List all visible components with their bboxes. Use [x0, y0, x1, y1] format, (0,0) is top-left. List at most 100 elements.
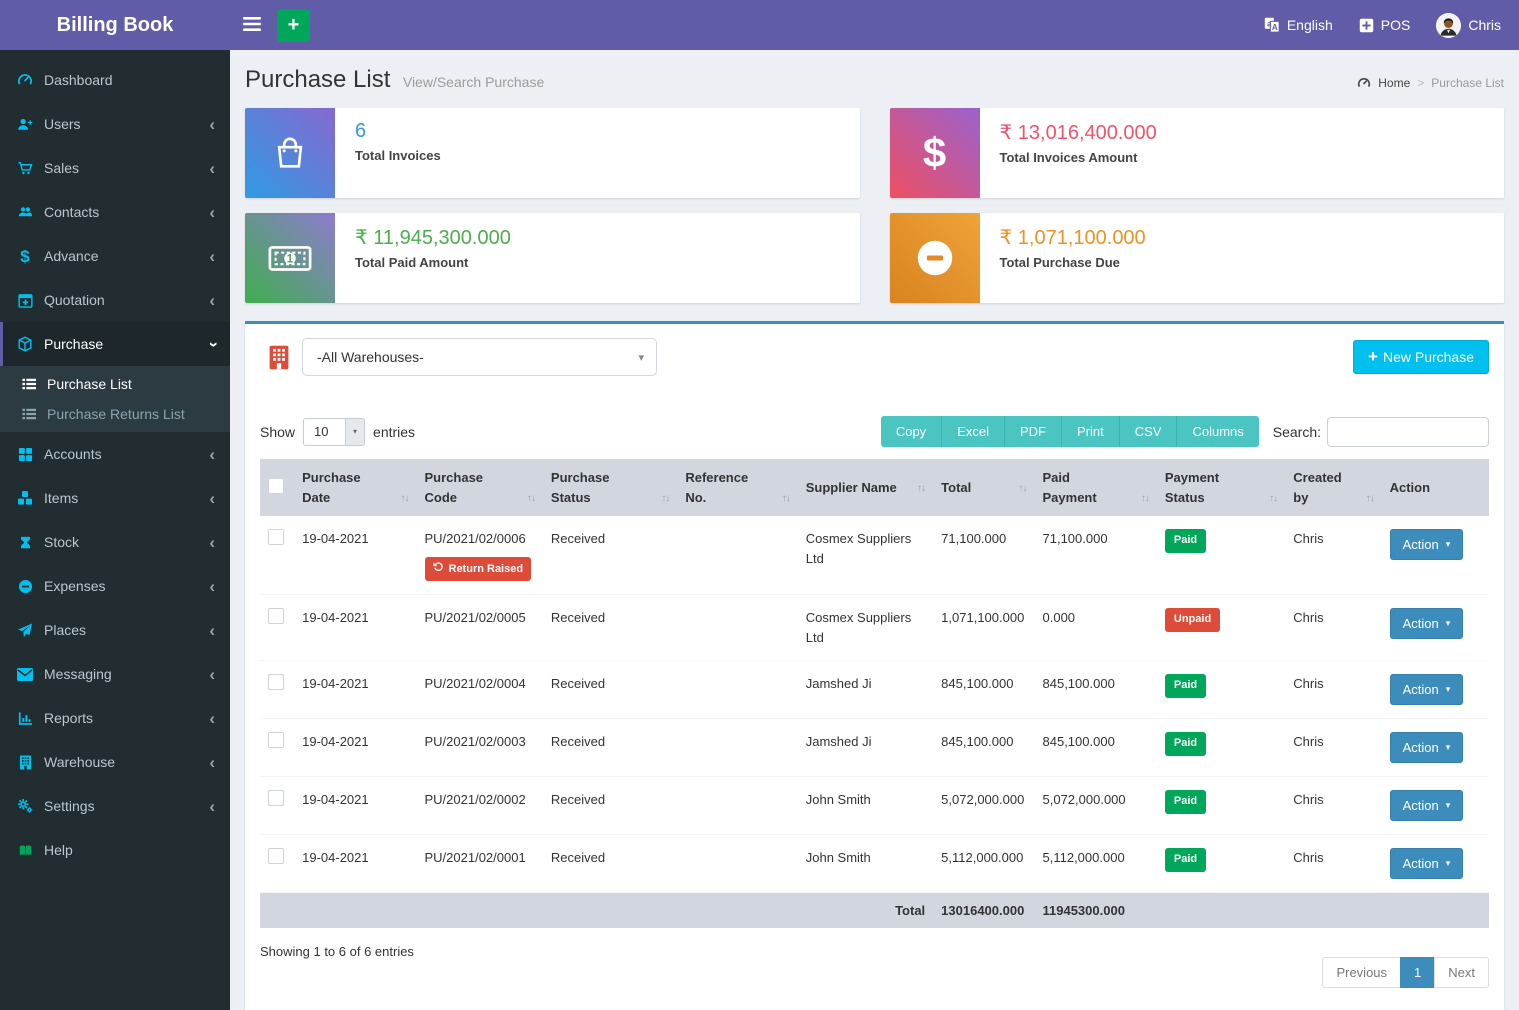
purchase-status-cell: Received	[543, 719, 677, 777]
sort-icon: ↑↓	[661, 493, 669, 507]
sidebar-item-quotation[interactable]: Quotation‹	[0, 278, 230, 322]
row-checkbox[interactable]	[268, 674, 284, 690]
breadcrumb-separator: >	[1417, 76, 1424, 90]
sidebar-toggle-button[interactable]	[230, 0, 274, 50]
chevron-left-icon: ‹	[209, 622, 215, 639]
language-icon: aA	[1264, 17, 1280, 33]
column-header-paid-payment[interactable]: Paid Payment↑↓	[1035, 459, 1157, 516]
export-button-group: CopyExcelPDFPrintCSVColumns	[881, 416, 1259, 447]
page-size-select[interactable]: 10 ▾	[303, 418, 365, 446]
column-header-total[interactable]: Total↑↓	[933, 459, 1034, 516]
caret-down-icon: ▾	[1446, 742, 1451, 753]
search-input[interactable]	[1327, 417, 1489, 447]
export-excel-button[interactable]: Excel	[942, 416, 1005, 447]
stat-label: Total Paid Amount	[355, 255, 511, 270]
action-button[interactable]: Action▾	[1390, 790, 1464, 821]
paid-payment-cell: 71,100.000	[1035, 516, 1157, 595]
column-header-purchase-status[interactable]: Purchase Status↑↓	[543, 459, 677, 516]
sidebar-item-contacts[interactable]: Contacts‹	[0, 190, 230, 234]
content: Purchase List View/Search Purchase Home …	[230, 50, 1519, 1010]
sidebar-item-dashboard[interactable]: Dashboard	[0, 58, 230, 102]
building-icon	[268, 345, 290, 370]
sidebar-item-help[interactable]: Help	[0, 828, 230, 872]
column-header-supplier-name[interactable]: Supplier Name↑↓	[798, 459, 933, 516]
sidebar-item-stock[interactable]: Stock‹	[0, 520, 230, 564]
pos-button[interactable]: POS	[1359, 17, 1411, 33]
page-1-button[interactable]: 1	[1400, 957, 1435, 988]
export-pdf-button[interactable]: PDF	[1005, 416, 1062, 447]
row-checkbox[interactable]	[268, 608, 284, 624]
sidebar-item-reports[interactable]: Reports‹	[0, 696, 230, 740]
total-cell: 71,100.000	[933, 516, 1034, 595]
breadcrumb: Home > Purchase List	[1357, 76, 1504, 90]
sidebar-subitem-purchase-list[interactable]: Purchase List	[0, 369, 230, 399]
bag-icon	[245, 108, 335, 198]
sidebar-item-warehouse[interactable]: Warehouse ‹	[0, 740, 230, 784]
export-columns-button[interactable]: Columns	[1177, 416, 1258, 447]
sidebar-item-advance[interactable]: $Advance‹	[0, 234, 230, 278]
column-header-purchase-date[interactable]: Purchase Date↑↓	[294, 459, 416, 516]
purchase-status-cell: Received	[543, 516, 677, 595]
stock-icon	[15, 535, 35, 550]
advance-icon: $	[15, 248, 35, 265]
sidebar-item-accounts[interactable]: Accounts‹	[0, 432, 230, 476]
sidebar-item-settings[interactable]: Settings‹	[0, 784, 230, 828]
brand-logo[interactable]: Billing Book	[0, 0, 230, 50]
previous-button[interactable]: Previous	[1322, 957, 1401, 988]
export-print-button[interactable]: Print	[1062, 416, 1120, 447]
sidebar-item-sales[interactable]: Sales‹	[0, 146, 230, 190]
row-checkbox[interactable]	[268, 848, 284, 864]
row-checkbox[interactable]	[268, 732, 284, 748]
payment-status-cell: Paid	[1157, 719, 1285, 777]
new-purchase-button[interactable]: + New Purchase	[1353, 340, 1489, 374]
next-button[interactable]: Next	[1434, 957, 1489, 988]
money-icon: 1	[245, 213, 335, 303]
purchase-date-cell: 19-04-2021	[294, 595, 416, 661]
chevron-left-icon: ‹	[209, 754, 215, 771]
purchase-code-cell: PU/2021/02/0003	[417, 719, 543, 777]
sidebar-subitem-purchase-returns-list[interactable]: Purchase Returns List	[0, 399, 230, 429]
action-button[interactable]: Action▾	[1390, 608, 1464, 639]
help-icon	[15, 844, 35, 857]
breadcrumb-home[interactable]: Home	[1378, 76, 1410, 90]
stat-value: ₹ 11,945,300.000	[355, 225, 511, 250]
sidebar-item-label: Warehouse	[44, 754, 115, 770]
user-menu[interactable]: Chris	[1436, 13, 1501, 38]
sidebar-item-messaging[interactable]: Messaging‹	[0, 652, 230, 696]
action-button[interactable]: Action▾	[1390, 732, 1464, 763]
chevron-left-icon: ‹	[209, 666, 215, 683]
sidebar-item-expenses[interactable]: Expenses‹	[0, 564, 230, 608]
chevron-left-icon: ‹	[209, 116, 215, 133]
sidebar-item-places[interactable]: Places‹	[0, 608, 230, 652]
messaging-icon	[15, 668, 35, 681]
column-header-created-by[interactable]: Created by↑↓	[1285, 459, 1381, 516]
sidebar-item-purchase[interactable]: Purchase‹	[0, 322, 230, 366]
warehouse-select[interactable]: -All Warehouses- ▾	[302, 338, 657, 376]
dashboard-icon	[15, 73, 35, 88]
select-all-checkbox[interactable]	[268, 478, 284, 494]
row-checkbox[interactable]	[268, 529, 284, 545]
total-cell: 845,100.000	[933, 661, 1034, 719]
purchase-date-cell: 19-04-2021	[294, 661, 416, 719]
action-button[interactable]: Action▾	[1390, 848, 1464, 879]
chevron-left-icon: ‹	[209, 710, 215, 727]
column-header-payment-status[interactable]: Payment Status↑↓	[1157, 459, 1285, 516]
action-button[interactable]: Action▾	[1390, 529, 1464, 560]
export-csv-button[interactable]: CSV	[1120, 416, 1178, 447]
stats-grid: 6Total Invoices$₹ 13,016,400.000Total In…	[245, 108, 1504, 303]
column-header-reference-no[interactable]: Reference No.↑↓	[677, 459, 797, 516]
column-header-purchase-code[interactable]: Purchase Code↑↓	[417, 459, 543, 516]
caret-down-icon: ▾	[638, 351, 644, 364]
created-by-cell: Chris	[1285, 516, 1381, 595]
language-menu[interactable]: aA English	[1264, 17, 1333, 33]
sidebar-item-items[interactable]: Items‹	[0, 476, 230, 520]
warehouse-icon	[15, 755, 35, 770]
pos-label: POS	[1381, 17, 1411, 33]
purchase-date-cell: 19-04-2021	[294, 719, 416, 777]
stat-label: Total Invoices Amount	[1000, 150, 1157, 165]
action-button[interactable]: Action▾	[1390, 674, 1464, 705]
export-copy-button[interactable]: Copy	[881, 416, 942, 447]
sidebar-item-users[interactable]: Users‹	[0, 102, 230, 146]
row-checkbox[interactable]	[268, 790, 284, 806]
quick-add-button[interactable]: +	[277, 9, 310, 42]
